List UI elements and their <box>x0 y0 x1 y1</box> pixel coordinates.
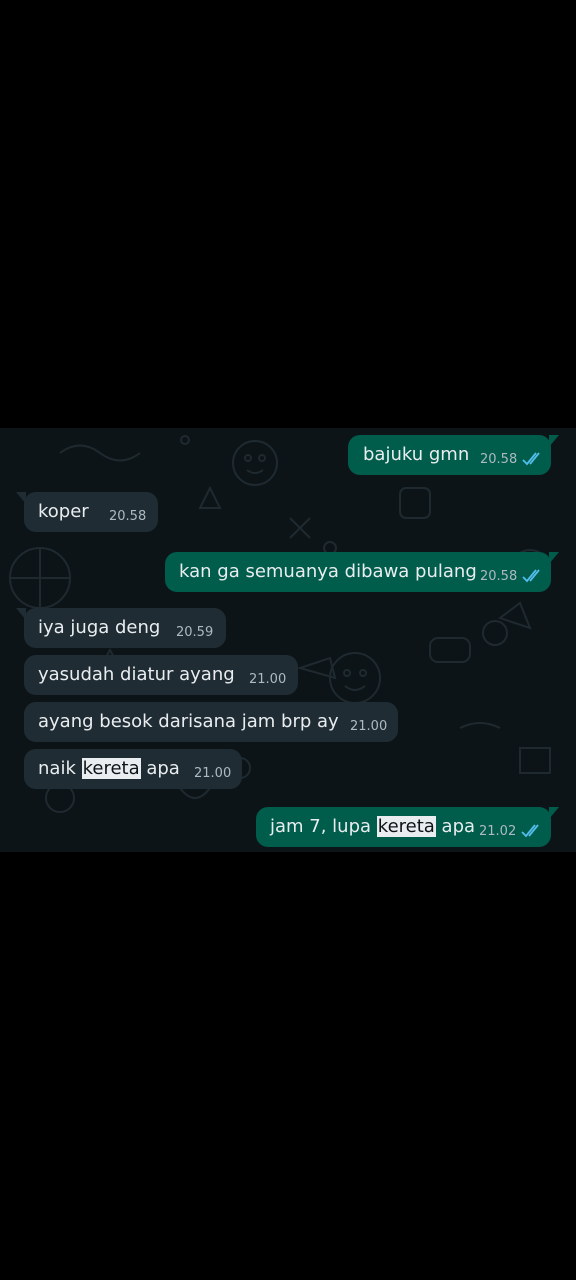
message-time: 20.58 <box>480 569 518 584</box>
message-bubble-incoming[interactable]: iya juga deng 20.59 <box>16 608 226 648</box>
message-time: 20.59 <box>176 625 214 640</box>
message-text-before: naik <box>38 758 82 779</box>
message-text-before: jam 7, lupa <box>270 816 377 837</box>
message-text: koper <box>38 501 89 522</box>
message-bubble-incoming[interactable]: naik kereta apa 21.00 <box>24 749 242 789</box>
message-bubble-outgoing[interactable]: bajuku gmn 20.58 <box>348 435 559 475</box>
message-text: ayang besok darisana jam brp ay <box>38 711 339 732</box>
message-text-after: apa <box>435 816 476 837</box>
message-text: naik kereta apa <box>38 749 180 789</box>
message-text: bajuku gmn <box>363 444 470 465</box>
bubble-tail <box>549 807 559 819</box>
message-time: 21.00 <box>194 766 232 781</box>
message-bubble-incoming[interactable]: koper 20.58 <box>16 492 158 532</box>
message-bubble-incoming[interactable]: ayang besok darisana jam brp ay 21.00 <box>24 702 398 742</box>
bubble-tail <box>16 492 26 504</box>
message-bubble-outgoing[interactable]: kan ga semuanya dibawa pulang 20.58 <box>165 552 559 592</box>
message-time: 20.58 <box>480 452 518 467</box>
message-text: jam 7, lupa kereta apa <box>270 807 475 847</box>
double-check-icon <box>521 824 539 838</box>
message-text: kan ga semuanya dibawa pulang <box>179 561 477 582</box>
message-time: 20.58 <box>109 509 147 524</box>
message-bubble-outgoing[interactable]: jam 7, lupa kereta apa 21.02 <box>256 807 559 847</box>
search-highlight: kereta <box>81 758 141 779</box>
message-bubble-incoming[interactable]: yasudah diatur ayang 21.00 <box>24 655 298 695</box>
message-text: yasudah diatur ayang <box>38 664 235 685</box>
bubble-tail <box>549 435 559 447</box>
message-time: 21.02 <box>479 824 517 839</box>
message-text-after: apa <box>140 758 180 779</box>
search-highlight: kereta <box>376 816 436 837</box>
double-check-icon <box>522 452 540 466</box>
double-check-icon <box>522 569 540 583</box>
message-time: 21.00 <box>350 719 388 734</box>
message-time: 21.00 <box>249 672 287 687</box>
bubble-tail <box>549 552 559 564</box>
chat-area: bajuku gmn 20.58 koper 20.58 kan ga semu… <box>0 428 576 852</box>
bubble-tail <box>16 608 26 620</box>
message-text: iya juga deng <box>38 617 161 638</box>
